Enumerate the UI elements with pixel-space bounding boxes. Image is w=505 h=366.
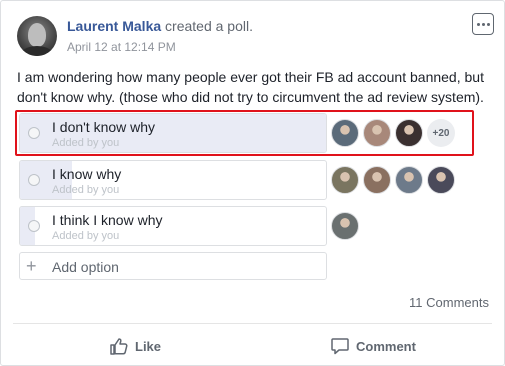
more-options-dot <box>486 22 490 26</box>
poll-voters[interactable] <box>331 166 455 196</box>
more-options-button[interactable] <box>472 13 494 35</box>
poll-radio[interactable] <box>28 174 40 186</box>
poll-radio[interactable] <box>28 220 40 232</box>
voter-avatar[interactable] <box>427 166 455 194</box>
like-button[interactable]: Like <box>109 335 161 357</box>
poll-option-label: I know why <box>52 166 122 182</box>
author-name[interactable]: Laurent Malka <box>67 18 161 34</box>
post-text: I am wondering how many people ever got … <box>17 69 484 105</box>
voter-avatar[interactable] <box>331 166 359 194</box>
more-options-icon <box>476 22 480 26</box>
poll-option-label: I think I know why <box>52 212 163 228</box>
like-label: Like <box>135 338 162 354</box>
poll-option[interactable]: I think I know why Added by you <box>19 206 327 246</box>
plus-icon: + <box>26 256 37 276</box>
highlight-box <box>15 110 474 156</box>
divider <box>13 323 492 324</box>
comments-count-link[interactable]: 11 Comments <box>409 295 489 310</box>
add-option-placeholder: Add option <box>52 259 119 275</box>
poll-voters[interactable] <box>331 212 359 242</box>
author-avatar[interactable] <box>17 16 57 56</box>
voter-avatar[interactable] <box>395 166 423 194</box>
comment-button[interactable]: Comment <box>330 335 416 357</box>
post-header: Laurent Malka created a poll. <box>67 18 253 34</box>
post-timestamp[interactable]: April 12 at 12:14 PM <box>67 40 176 54</box>
post-card: Laurent Malka created a poll. April 12 a… <box>0 0 505 366</box>
voter-avatar[interactable] <box>331 212 359 240</box>
poll-option-added-by: Added by you <box>52 184 120 196</box>
add-option-field[interactable]: + Add option <box>19 252 327 280</box>
poll-option[interactable]: I know why Added by you <box>19 160 327 200</box>
more-options-dot <box>481 22 485 26</box>
thumbs-up-icon <box>110 338 128 355</box>
comment-label: Comment <box>356 338 416 354</box>
voter-avatar[interactable] <box>363 166 391 194</box>
comment-bubble-icon <box>331 338 349 355</box>
poll-option-added-by: Added by you <box>52 230 120 242</box>
post-action-text: created a poll. <box>161 18 253 34</box>
